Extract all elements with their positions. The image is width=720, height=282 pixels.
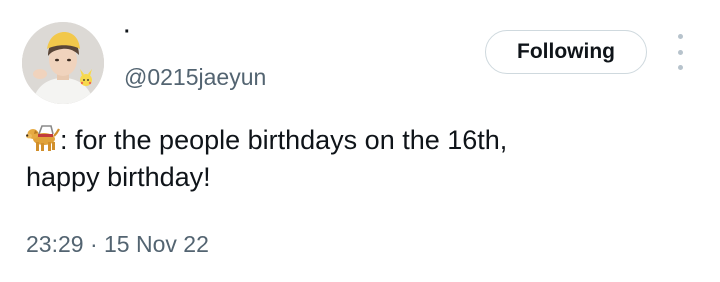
author-handle[interactable]: @0215jaeyun [124,63,266,91]
tweet-date: 15 Nov 22 [104,231,209,257]
more-dot [677,65,683,70]
tweet-text: : for the people birthdays on the 16th, … [26,125,508,192]
following-button[interactable]: Following [485,30,647,74]
more-vertical-icon[interactable] [672,34,688,70]
more-dot [677,34,683,39]
author-avatar[interactable] [22,22,104,104]
guide-dog-emoji [26,125,60,153]
tweet-body: : for the people birthdays on the 16th, … [26,122,696,196]
avatar-photo [22,22,104,104]
tweet-timestamp[interactable]: 23:29 · 15 Nov 22 [26,230,209,258]
tweet-card: · @0215jaeyun Following: for the people… [0,0,720,282]
timestamp-separator: · [89,231,98,257]
author-display-name[interactable]: · [124,22,131,42]
more-dot [677,49,683,55]
tweet-time: 23:29 [26,231,84,257]
